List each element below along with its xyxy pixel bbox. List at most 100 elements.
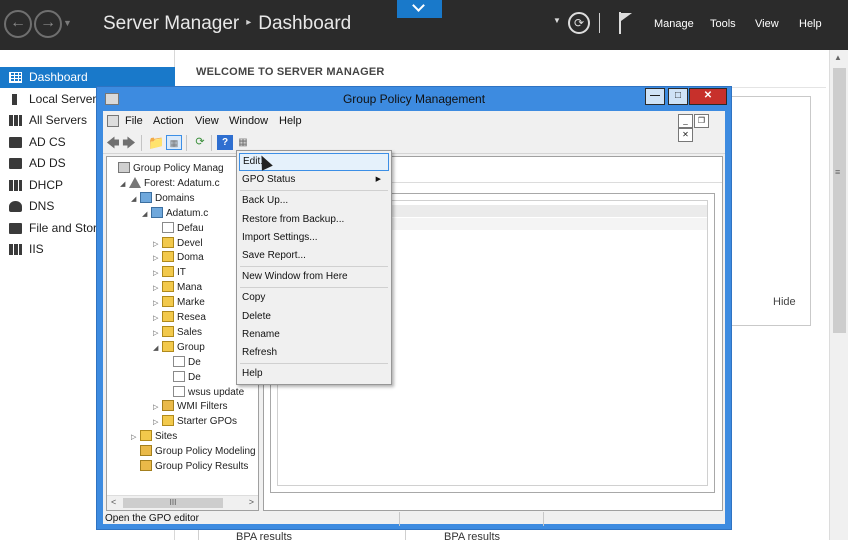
scroll-up-icon[interactable]: ▲ xyxy=(834,53,842,62)
expand-icon[interactable]: ▷ xyxy=(153,251,162,266)
up-folder-icon[interactable]: 📁 xyxy=(148,135,164,150)
menu-help[interactable]: Help xyxy=(799,18,822,30)
tree-node[interactable]: ▷ Sales xyxy=(153,325,202,340)
context-menu-item[interactable]: Delete xyxy=(239,308,389,326)
context-menu-item[interactable]: Copy xyxy=(239,289,389,307)
context-menu-item[interactable]: Save Report... xyxy=(239,247,389,265)
window-title: Group Policy Management xyxy=(342,92,486,106)
tree-node[interactable]: Group Policy Manag xyxy=(109,161,224,176)
refresh-icon[interactable]: ⟳ xyxy=(568,12,590,34)
sidebar-item-label: Local Server xyxy=(29,92,97,106)
scrollbar-thumb[interactable] xyxy=(833,68,846,333)
menu-window[interactable]: Window xyxy=(229,115,268,127)
expand-icon[interactable]: ▷ xyxy=(153,311,162,326)
tree-node[interactable]: ▷ Marke xyxy=(153,295,205,310)
tree-node[interactable]: ◢ Adatum.c xyxy=(142,206,208,221)
maximize-button[interactable]: □ xyxy=(668,88,688,105)
menu-tools[interactable]: Tools xyxy=(710,18,736,30)
flag-icon[interactable] xyxy=(617,12,633,34)
tree-node[interactable]: ▷ Devel xyxy=(153,236,203,251)
expand-icon[interactable]: ▷ xyxy=(153,281,162,296)
context-menu-item[interactable]: GPO Status ▶ xyxy=(239,171,389,189)
tree-node[interactable]: ▷ WMI Filters xyxy=(153,399,228,414)
help-icon[interactable]: ? xyxy=(217,135,233,150)
tree-node-label: De xyxy=(188,371,201,383)
scroll-right-icon[interactable]: > xyxy=(249,497,254,507)
tree-node[interactable]: ▷ IT xyxy=(153,265,186,280)
ou-icon xyxy=(162,281,174,293)
menu-bar: File Action View Window Help _ ❐✕ xyxy=(103,111,725,142)
context-menu-item[interactable]: New Window from Here xyxy=(239,268,389,286)
mdi-restore-icon[interactable]: ❐ xyxy=(694,114,709,128)
collapse-icon[interactable]: ◢ xyxy=(153,341,162,356)
wmi-icon xyxy=(140,460,152,471)
show-hide-tree-icon[interactable]: ▦ xyxy=(166,135,182,150)
scroll-left-icon[interactable]: < xyxy=(111,497,116,507)
context-menu-item[interactable]: Import Settings... xyxy=(239,229,389,247)
tree-node[interactable]: De xyxy=(164,370,201,385)
expand-icon[interactable]: ▷ xyxy=(153,400,162,415)
tree-node[interactable]: Group Policy Modeling xyxy=(131,444,256,459)
sidebar-item-label: IIS xyxy=(29,242,44,256)
tree-node[interactable]: wsus update xyxy=(164,385,244,400)
tree-node[interactable]: ◢ Forest: Adatum.c xyxy=(120,176,220,191)
menu-view[interactable]: View xyxy=(755,18,779,30)
tree-node-label: Sales xyxy=(177,326,203,338)
collapse-icon[interactable]: ◢ xyxy=(131,192,140,207)
main-scrollbar[interactable]: ▲ ≡ xyxy=(829,50,848,540)
tree-node-label: Marke xyxy=(177,297,205,309)
forward-icon[interactable]: → xyxy=(34,10,62,38)
collapse-icon[interactable]: ◢ xyxy=(142,207,151,222)
back-icon[interactable]: 🡄 xyxy=(105,135,121,150)
tree-horizontal-scrollbar[interactable]: < III > xyxy=(107,495,258,510)
expand-icon[interactable]: ▷ xyxy=(153,266,162,281)
tree-node[interactable]: De xyxy=(164,355,201,370)
tree-node[interactable]: ▷ Resea xyxy=(153,310,206,325)
close-button[interactable]: ✕ xyxy=(689,88,727,105)
refresh-dropdown-icon[interactable]: ▼ xyxy=(553,16,561,25)
menu-item-label: Rename xyxy=(242,328,280,340)
tree-node[interactable]: Group Policy Results xyxy=(131,459,248,474)
sidebar-item-dashboard[interactable]: Dashboard xyxy=(0,67,175,88)
menu-file[interactable]: File xyxy=(125,115,143,127)
forward-icon[interactable]: 🡆 xyxy=(121,135,137,150)
tree-node[interactable]: ◢ Domains xyxy=(131,191,194,206)
context-menu-item[interactable]: Help xyxy=(239,365,389,383)
tree-node[interactable]: Defau xyxy=(153,221,204,236)
tree-node[interactable]: ▷ Sites xyxy=(131,429,177,444)
refresh-icon[interactable]: ⟳ xyxy=(192,135,208,150)
ou-icon xyxy=(162,340,174,352)
notification-chevron-icon[interactable] xyxy=(397,0,442,18)
menu-view[interactable]: View xyxy=(195,115,219,127)
nav-history-dropdown-icon[interactable]: ▼ xyxy=(63,18,72,28)
gpo-icon xyxy=(162,221,174,233)
tree-node[interactable]: ▷ Doma xyxy=(153,250,204,265)
hide-link[interactable]: Hide xyxy=(773,296,796,308)
scrollbar-thumb[interactable]: III xyxy=(123,498,223,508)
context-menu-item[interactable]: Rename xyxy=(239,326,389,344)
back-icon[interactable]: ← xyxy=(4,10,32,38)
bpa-results-label[interactable]: BPA results xyxy=(236,531,292,543)
mmc-doc-icon[interactable] xyxy=(107,115,119,127)
expand-icon[interactable]: ▷ xyxy=(131,430,140,445)
menu-help[interactable]: Help xyxy=(279,115,302,127)
breadcrumb: Server Manager ▸ Dashboard xyxy=(103,13,351,35)
expand-icon[interactable]: ▷ xyxy=(153,415,162,430)
menu-action[interactable]: Action xyxy=(153,115,184,127)
context-menu-item[interactable]: Back Up... xyxy=(239,192,389,210)
expand-icon[interactable]: ▷ xyxy=(153,237,162,252)
menu-manage[interactable]: Manage xyxy=(654,18,694,30)
bpa-results-label[interactable]: BPA results xyxy=(444,531,500,543)
minimize-button[interactable]: — xyxy=(645,88,665,105)
mdi-minimize-icon[interactable]: _ xyxy=(678,114,693,128)
expand-icon[interactable]: ▷ xyxy=(153,296,162,311)
expand-icon[interactable]: ▷ xyxy=(153,326,162,341)
properties-icon[interactable]: ▦ xyxy=(235,135,251,150)
tree-node[interactable]: ▷ Mana xyxy=(153,280,202,295)
context-menu-item[interactable]: Refresh xyxy=(239,344,389,362)
tree-node[interactable]: ◢ Group xyxy=(153,340,205,355)
tree-node[interactable]: ▷ Starter GPOs xyxy=(153,414,237,429)
context-menu-item[interactable]: Restore from Backup... xyxy=(239,211,389,229)
wmi-icon xyxy=(162,400,174,412)
collapse-icon[interactable]: ◢ xyxy=(120,177,129,192)
